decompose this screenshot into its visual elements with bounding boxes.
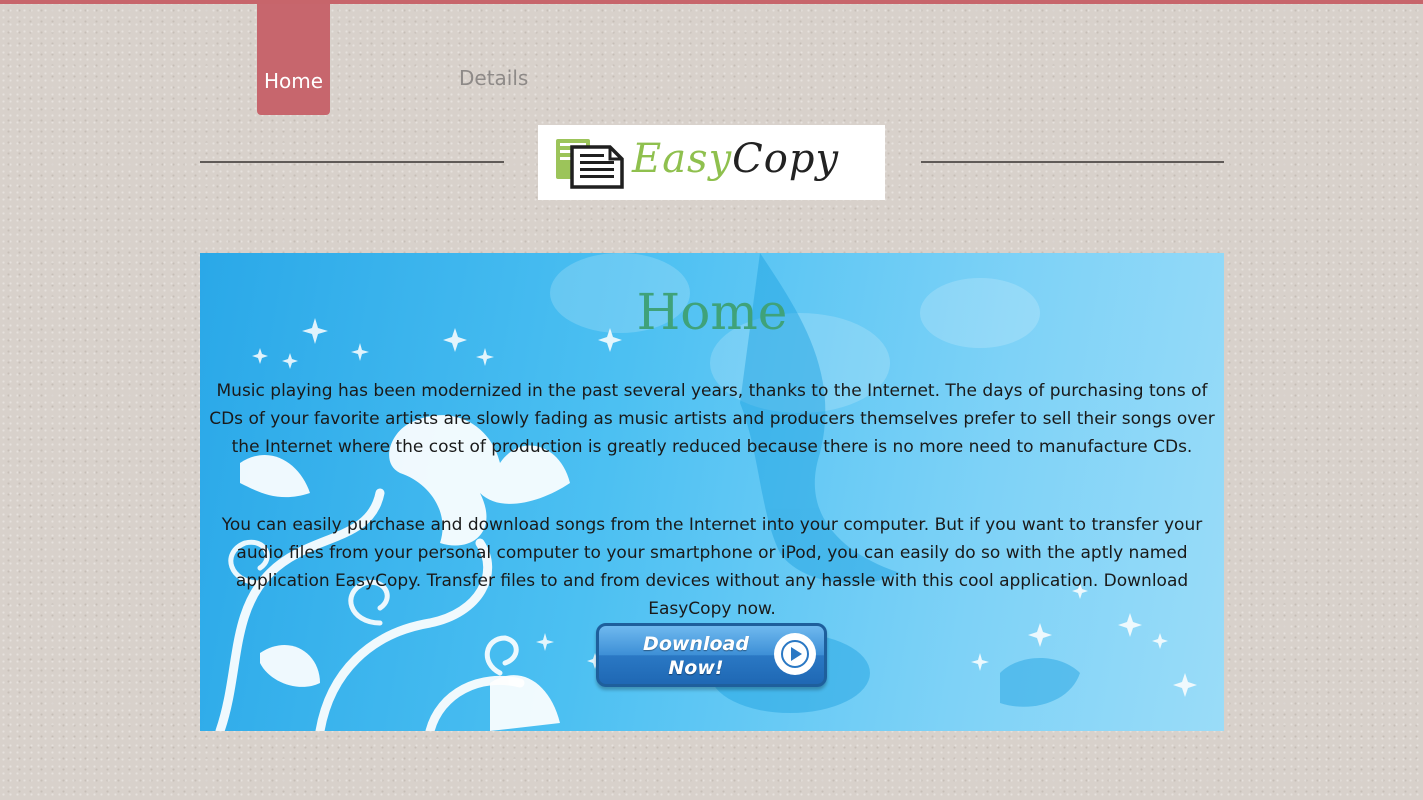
download-button-label: Download Now! (621, 632, 771, 680)
download-now-button[interactable]: Download Now! (596, 623, 827, 687)
logo-word-easy: Easy (632, 136, 733, 182)
download-label-line-1: Download (643, 633, 749, 655)
nav-home-label: Home (263, 69, 324, 93)
nav-tab-home[interactable]: Home (257, 4, 330, 115)
download-label-line-2: Now! (668, 657, 724, 679)
hero-banner: Home Music playing has been modernized i… (200, 253, 1224, 731)
nav-tab-details[interactable]: Details (459, 66, 528, 90)
logo-wordmark: EasyCopy (632, 139, 839, 179)
logo-word-copy: Copy (732, 136, 840, 182)
intro-paragraph: Music playing has been modernized in the… (209, 381, 1215, 457)
page-title: Home (636, 283, 788, 341)
cta-paragraph: You can easily purchase and download son… (221, 515, 1203, 619)
document-copy-icon (556, 139, 624, 189)
easycopy-logo[interactable]: EasyCopy (538, 125, 885, 200)
play-icon (774, 633, 816, 675)
divider-left (200, 161, 504, 163)
nav-details-label: Details (459, 66, 529, 90)
divider-right (921, 161, 1224, 163)
top-accent-bar (0, 0, 1423, 4)
